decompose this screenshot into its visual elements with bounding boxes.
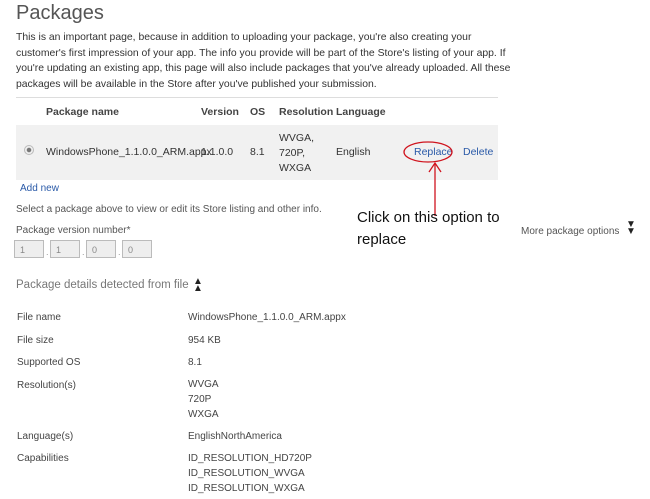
more-package-options[interactable]: More package options — [521, 226, 619, 237]
file-size-label: File size — [17, 335, 54, 346]
resolution-item: WXGA — [188, 409, 219, 420]
supported-os-value: 8.1 — [188, 357, 202, 368]
resolution-item: WVGA, — [279, 132, 315, 144]
resolutions-label: Resolution(s) — [17, 380, 76, 391]
resolutions-value: WVGA 720P WXGA — [188, 377, 219, 422]
expand-chevron-icon[interactable]: ▼ ▼ — [626, 220, 636, 237]
details-title: Package details detected from file — [16, 279, 189, 291]
languages-value: EnglishNorthAmerica — [188, 431, 282, 442]
capability-item: ID_RESOLUTION_WXGA — [188, 483, 305, 494]
supported-os-label: Supported OS — [17, 357, 81, 368]
header-package-name: Package name — [46, 106, 119, 118]
header-version: Version — [201, 106, 239, 118]
version-major-input[interactable]: 1 — [14, 240, 44, 258]
select-hint: Select a package above to view or edit i… — [16, 204, 322, 215]
file-name-label: File name — [17, 312, 61, 323]
annotation-line: replace — [357, 231, 407, 248]
package-resolution: WVGA, 720P, WXGA — [279, 131, 314, 176]
resolution-item: 720P, — [279, 147, 306, 159]
dot-separator: . — [46, 247, 49, 257]
annotation-text: Click on this option to replace — [357, 207, 500, 251]
version-build-input[interactable]: 0 — [86, 240, 116, 258]
collapse-chevron-icon[interactable]: ▲ ▲ — [193, 277, 203, 294]
delete-link[interactable]: Delete — [463, 146, 493, 158]
capability-item: ID_RESOLUTION_WVGA — [188, 468, 305, 479]
file-size-value: 954 KB — [188, 335, 221, 346]
header-os: OS — [250, 106, 266, 118]
intro-text: This is an important page, because in ad… — [16, 32, 511, 90]
file-name-value: WindowsPhone_1.1.0.0_ARM.appx — [188, 312, 346, 323]
dot-separator: . — [82, 247, 85, 257]
page-title: Packages — [16, 2, 104, 24]
capabilities-label: Capabilities — [17, 453, 69, 464]
package-os: 8.1 — [250, 146, 265, 158]
package-radio[interactable] — [24, 145, 34, 155]
version-label: Package version number* — [16, 225, 131, 236]
capabilities-value: ID_RESOLUTION_HD720P ID_RESOLUTION_WVGA … — [188, 451, 312, 496]
table-header: Package name Version OS Resolution Langu… — [16, 98, 498, 125]
header-language: Language — [336, 106, 386, 118]
annotation-line: Click on this option to — [357, 209, 500, 226]
package-version: 1.1.0.0 — [201, 146, 234, 158]
package-name: WindowsPhone_1.1.0.0_ARM.appx — [46, 146, 212, 158]
dot-separator: . — [118, 247, 121, 257]
resolution-item: 720P — [188, 394, 212, 405]
capability-item: ID_RESOLUTION_HD720P — [188, 453, 312, 464]
version-minor-input[interactable]: 1 — [50, 240, 80, 258]
package-language: English — [336, 146, 371, 158]
version-revision-input[interactable]: 0 — [122, 240, 152, 258]
header-resolution: Resolution — [279, 106, 334, 118]
resolution-item: WXGA — [279, 162, 312, 174]
resolution-item: WVGA — [188, 379, 219, 390]
languages-label: Language(s) — [17, 431, 74, 442]
add-new-link[interactable]: Add new — [20, 183, 59, 194]
